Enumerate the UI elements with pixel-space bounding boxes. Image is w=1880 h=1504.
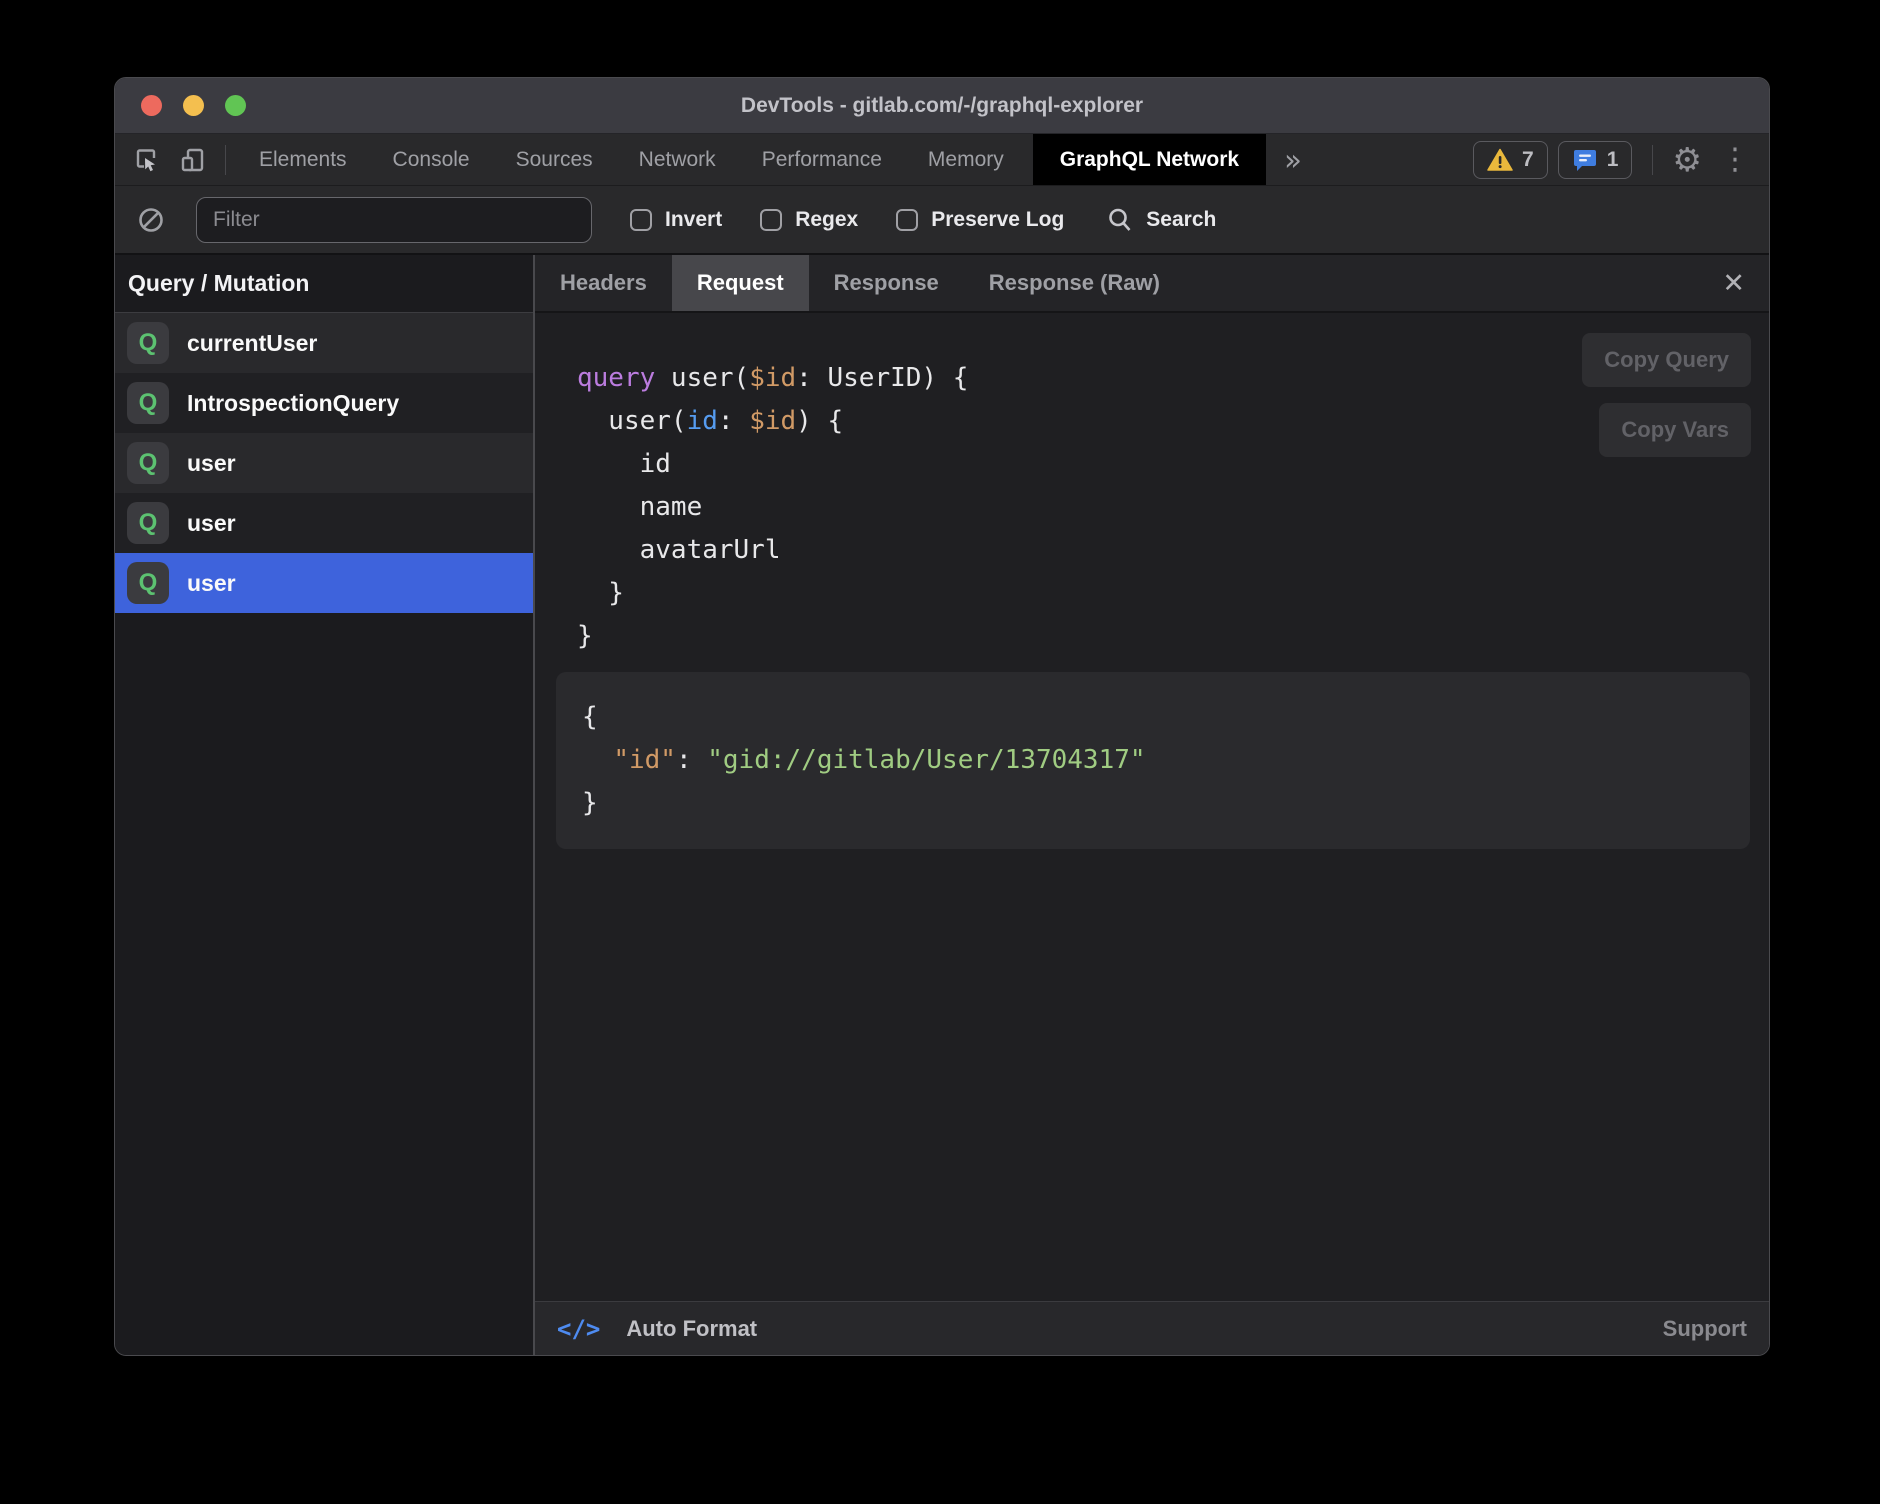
query-list-panel: Query / Mutation Q currentUser Q Introsp… — [115, 255, 535, 1355]
inspect-element-button[interactable] — [123, 134, 169, 185]
issues-badge-button[interactable]: 1 — [1558, 141, 1633, 179]
window-title: DevTools - gitlab.com/-/graphql-explorer — [741, 94, 1143, 118]
warning-triangle-icon — [1487, 148, 1513, 172]
preserve-log-checkbox[interactable] — [896, 209, 918, 231]
regex-checkbox-group[interactable]: Regex — [760, 208, 858, 232]
zoom-window-button[interactable] — [225, 95, 246, 116]
search-label: Search — [1146, 208, 1216, 232]
auto-format-button[interactable]: </> Auto Format — [557, 1315, 757, 1343]
close-icon: ✕ — [1722, 268, 1745, 299]
query-list-item-label: user — [187, 510, 236, 537]
tab-memory[interactable]: Memory — [905, 134, 1027, 185]
toolbar-divider — [225, 145, 226, 175]
tab-network[interactable]: Network — [616, 134, 739, 185]
inspect-cursor-icon — [132, 146, 160, 174]
search-icon — [1106, 206, 1134, 234]
copy-query-button[interactable]: Copy Query — [1582, 333, 1751, 387]
query-variables-box: { "id": "gid://gitlab/User/13704317"} — [556, 672, 1750, 849]
invert-checkbox[interactable] — [630, 209, 652, 231]
query-list-item-label: user — [187, 570, 236, 597]
close-window-button[interactable] — [141, 95, 162, 116]
tab-graphql-network[interactable]: GraphQL Network — [1033, 134, 1266, 185]
regex-label: Regex — [795, 208, 858, 232]
tab-sources[interactable]: Sources — [493, 134, 616, 185]
regex-checkbox[interactable] — [760, 209, 782, 231]
query-list-item-user-2[interactable]: Q user — [115, 493, 533, 553]
preserve-log-checkbox-group[interactable]: Preserve Log — [896, 208, 1064, 232]
query-list-item-label: currentUser — [187, 330, 317, 357]
devtools-window: DevTools - gitlab.com/-/graphql-explorer… — [114, 77, 1770, 1356]
filter-bar: Invert Regex Preserve Log Search — [115, 186, 1769, 255]
toolbar-divider — [1652, 145, 1653, 175]
query-type-badge: Q — [127, 382, 169, 424]
auto-format-label: Auto Format — [626, 1316, 757, 1342]
more-tabs-button[interactable]: » — [1266, 143, 1320, 177]
query-list-item-user-1[interactable]: Q user — [115, 433, 533, 493]
code-brackets-icon: </> — [557, 1315, 600, 1343]
query-type-badge: Q — [127, 502, 169, 544]
close-panel-button[interactable]: ✕ — [1698, 255, 1769, 311]
request-detail-panel: Headers Request Response Response (Raw) … — [535, 255, 1769, 1355]
devtools-toolbar: Elements Console Sources Network Perform… — [115, 134, 1769, 186]
traffic-lights — [141, 78, 246, 133]
device-toolbar-icon — [178, 146, 206, 174]
invert-checkbox-group[interactable]: Invert — [630, 208, 722, 232]
filter-input[interactable] — [196, 197, 592, 243]
chevron-double-right-icon: » — [1284, 143, 1302, 177]
issues-count: 1 — [1607, 148, 1619, 172]
query-list-item-introspectionquery[interactable]: Q IntrospectionQuery — [115, 373, 533, 433]
tab-request[interactable]: Request — [672, 255, 809, 311]
gear-icon: ⚙ — [1672, 140, 1702, 179]
tab-performance[interactable]: Performance — [739, 134, 905, 185]
more-options-button[interactable]: ⋮ — [1711, 142, 1759, 177]
settings-button[interactable]: ⚙ — [1663, 140, 1711, 179]
kebab-menu-icon: ⋮ — [1720, 142, 1750, 177]
clear-filter-button[interactable] — [137, 206, 165, 234]
tab-elements[interactable]: Elements — [236, 134, 370, 185]
invert-label: Invert — [665, 208, 722, 232]
detail-tab-bar: Headers Request Response Response (Raw) … — [535, 255, 1769, 313]
preserve-log-label: Preserve Log — [931, 208, 1064, 232]
query-type-badge: Q — [127, 442, 169, 484]
warnings-badge-button[interactable]: 7 — [1473, 141, 1548, 179]
tab-headers[interactable]: Headers — [535, 255, 672, 311]
query-type-badge: Q — [127, 322, 169, 364]
device-toolbar-button[interactable] — [169, 134, 215, 185]
query-list-item-label: user — [187, 450, 236, 477]
tab-response-raw[interactable]: Response (Raw) — [964, 255, 1185, 311]
warnings-count: 7 — [1522, 148, 1534, 172]
request-content: query user($id: UserID) { user(id: $id) … — [535, 313, 1769, 1301]
query-type-badge: Q — [127, 562, 169, 604]
query-list-header: Query / Mutation — [115, 255, 533, 313]
query-list-item-label: IntrospectionQuery — [187, 390, 399, 417]
copy-vars-button[interactable]: Copy Vars — [1599, 403, 1751, 457]
block-icon — [137, 206, 165, 234]
tab-response[interactable]: Response — [809, 255, 964, 311]
query-list-item-currentuser[interactable]: Q currentUser — [115, 313, 533, 373]
message-bubble-icon — [1572, 147, 1598, 173]
status-bar: </> Auto Format Support — [535, 1301, 1769, 1355]
search-button[interactable]: Search — [1106, 206, 1216, 234]
query-list-item-user-3-selected[interactable]: Q user — [115, 553, 533, 613]
tab-console[interactable]: Console — [370, 134, 493, 185]
title-bar: DevTools - gitlab.com/-/graphql-explorer — [115, 78, 1769, 134]
support-link[interactable]: Support — [1663, 1316, 1747, 1342]
minimize-window-button[interactable] — [183, 95, 204, 116]
